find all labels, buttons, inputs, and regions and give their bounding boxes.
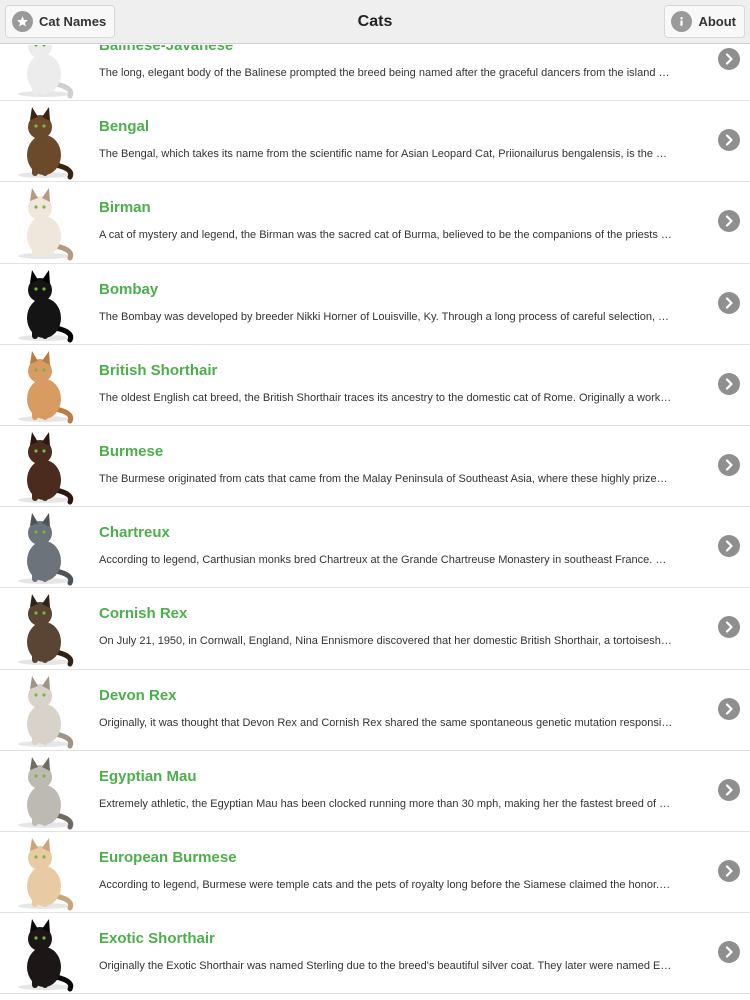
cat-names-button[interactable]: Cat Names (5, 5, 116, 38)
navigation-bar: Cats Cat Names About (0, 0, 750, 44)
star-icon (12, 11, 33, 32)
chevron-right-icon[interactable] (718, 48, 740, 70)
chevron-right-icon[interactable] (718, 697, 740, 720)
cat-thumbnail (4, 509, 82, 586)
breed-description: Originally, it was thought that Devon Re… (99, 716, 673, 729)
cat-thumbnail (4, 753, 82, 830)
breed-row-european-burmese[interactable]: European Burmese According to legend, Bu… (0, 831, 750, 914)
chevron-right-icon[interactable] (718, 291, 740, 314)
breed-name: British Shorthair (99, 361, 218, 379)
cat-thumbnail (4, 915, 82, 992)
chevron-right-icon[interactable] (718, 210, 740, 233)
breed-row-devon-rex[interactable]: Devon Rex Originally, it was thought tha… (0, 669, 750, 751)
cat-thumbnail (4, 45, 82, 99)
breed-description: Extremely athletic, the Egyptian Mau has… (99, 797, 671, 810)
breed-description: The Bombay was developed by breeder Nikk… (99, 310, 670, 323)
info-icon (671, 11, 693, 32)
breed-name: Balinese-Javanese (99, 45, 234, 54)
breed-list-content: Balinese-Javanese The long, elegant body… (0, 45, 750, 995)
chevron-right-icon[interactable] (718, 859, 740, 882)
cat-names-label: Cat Names (39, 14, 107, 29)
chevron-right-icon[interactable] (718, 535, 740, 558)
about-button[interactable]: About (664, 5, 745, 38)
breed-row-birman[interactable]: Birman A cat of mystery and legend, the … (0, 182, 750, 264)
breed-description: On July 21, 1950, in Cornwall, England, … (99, 635, 672, 648)
cat-thumbnail (4, 834, 82, 911)
breed-name: Burmese (99, 442, 164, 460)
breed-description: A cat of mystery and legend, the Birman … (99, 229, 672, 242)
breed-name: Egyptian Mau (99, 767, 197, 785)
breed-description: Originally the Exotic Shorthair was name… (99, 960, 672, 973)
breed-name: Devon Rex (99, 686, 177, 704)
breed-name: Birman (99, 199, 151, 217)
chevron-right-icon[interactable] (718, 778, 740, 801)
breed-name: European Burmese (99, 848, 237, 866)
breed-description: The Bengal, which takes its name from th… (99, 148, 668, 161)
breed-name: Cornish Rex (99, 605, 188, 623)
chevron-right-icon[interactable] (718, 129, 740, 152)
breed-name: Bombay (99, 280, 159, 298)
breed-row-chartreux[interactable]: Chartreux According to legend, Carthusia… (0, 507, 750, 589)
breed-description: The Burmese originated from cats that ca… (99, 472, 668, 485)
cat-thumbnail (4, 347, 82, 424)
breed-row-burmese[interactable]: Burmese The Burmese originated from cats… (0, 425, 750, 508)
cat-thumbnail (4, 266, 82, 343)
breed-list[interactable]: Balinese-Javanese The long, elegant body… (0, 45, 750, 1000)
breed-name: Bengal (99, 118, 150, 136)
breed-description: The long, elegant body of the Balinese p… (99, 67, 670, 79)
breed-row-british-shorthair[interactable]: British Shorthair The oldest English cat… (0, 344, 750, 426)
breed-name: Chartreux (99, 524, 170, 542)
chevron-right-icon[interactable] (718, 616, 740, 639)
chevron-right-icon[interactable] (718, 941, 740, 964)
cat-thumbnail (4, 103, 82, 180)
breed-row-exotic-shorthair[interactable]: Exotic Shorthair Originally the Exotic S… (0, 913, 750, 995)
cat-thumbnail (4, 672, 82, 749)
breed-description: According to legend, Burmese were temple… (99, 878, 671, 891)
breed-row-bengal[interactable]: Bengal The Bengal, which takes its name … (0, 101, 750, 183)
breed-description: According to legend, Carthusian monks br… (99, 554, 667, 567)
breed-row-egyptian-mau[interactable]: Egyptian Mau Extremely athletic, the Egy… (0, 750, 750, 832)
breed-name: Exotic Shorthair (99, 930, 215, 948)
cat-thumbnail (4, 428, 82, 505)
cat-thumbnail (4, 184, 82, 261)
breed-row-balinese-javanese[interactable]: Balinese-Javanese The long, elegant body… (0, 45, 750, 102)
chevron-right-icon[interactable] (718, 453, 740, 476)
breed-row-cornish-rex[interactable]: Cornish Rex On July 21, 1950, in Cornwal… (0, 588, 750, 670)
breed-description: The oldest English cat breed, the Britis… (99, 391, 672, 404)
breed-row-bombay[interactable]: Bombay The Bombay was developed by breed… (0, 263, 750, 345)
chevron-right-icon[interactable] (718, 372, 740, 395)
about-label: About (698, 14, 736, 29)
cat-thumbnail (4, 590, 82, 667)
